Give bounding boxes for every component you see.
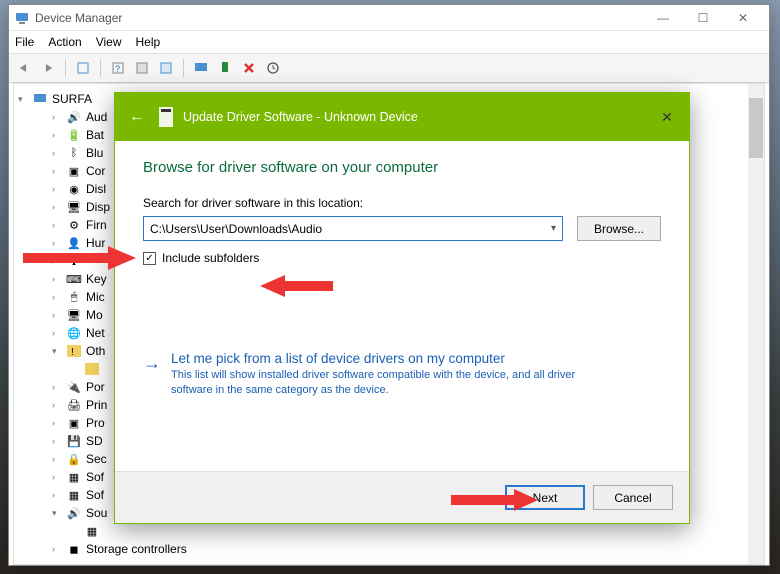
- window-controls: — ☐ ✕: [643, 6, 763, 30]
- include-subfolders-checkbox[interactable]: ✓: [143, 252, 156, 265]
- toolbar-help-icon[interactable]: ?: [107, 57, 129, 79]
- toolbar-properties-icon[interactable]: [72, 57, 94, 79]
- toolbar-uninstall-icon[interactable]: [238, 57, 260, 79]
- toolbar-list-icon[interactable]: [155, 57, 177, 79]
- device-icon: ◼: [66, 542, 82, 556]
- tree-item[interactable]: ▦: [16, 522, 762, 540]
- driver-path-value: C:\Users\User\Downloads\Audio: [150, 222, 322, 236]
- toolbar-back-icon[interactable]: [13, 57, 35, 79]
- dialog-title: Update Driver Software - Unknown Device: [183, 110, 655, 124]
- device-icon: 🔊: [66, 506, 82, 520]
- device-icon: 🔋: [66, 128, 82, 142]
- device-icon: ᛒ: [66, 146, 82, 160]
- device-icon: 🖨: [66, 398, 82, 412]
- device-icon: ▣: [66, 164, 82, 178]
- dialog-close-button[interactable]: ✕: [655, 105, 679, 129]
- path-row: C:\Users\User\Downloads\Audio ▾ Browse..…: [143, 216, 661, 241]
- maximize-button[interactable]: ☐: [683, 6, 723, 30]
- dm-menubar: File Action View Help: [9, 31, 769, 53]
- toolbar-refresh-icon[interactable]: [262, 57, 284, 79]
- cancel-button[interactable]: Cancel: [593, 485, 673, 510]
- tree-scrollbar[interactable]: [748, 84, 764, 564]
- device-icon: 👤: [66, 236, 82, 250]
- device-icon: ◉: [66, 182, 82, 196]
- device-manager-icon: [15, 11, 29, 25]
- device-icon: [84, 362, 100, 376]
- menu-view[interactable]: View: [96, 35, 122, 49]
- device-icon: 🖥: [66, 200, 82, 214]
- manual-pick-desc: This list will show installed driver sof…: [171, 368, 611, 398]
- device-icon: 🖥: [66, 308, 82, 322]
- dialog-footer: Next Cancel: [115, 471, 689, 523]
- device-icon: 🔒: [66, 452, 82, 466]
- dm-toolbar: ?: [9, 53, 769, 83]
- device-icon: 🖱: [66, 290, 82, 304]
- dm-window-title: Device Manager: [35, 11, 643, 25]
- dropdown-icon[interactable]: ▾: [551, 223, 556, 234]
- svg-text:?: ?: [115, 64, 120, 74]
- device-icon: !: [66, 344, 82, 358]
- search-location-label: Search for driver software in this locat…: [143, 196, 661, 210]
- dialog-back-button[interactable]: ←: [125, 105, 149, 129]
- arrow-right-icon: →: [143, 353, 161, 374]
- device-icon: ▣: [66, 416, 82, 430]
- toolbar-monitor-icon[interactable]: [190, 57, 212, 79]
- device-icon: 🔊: [66, 110, 82, 124]
- manual-pick-title: Let me pick from a list of device driver…: [171, 351, 611, 366]
- close-button[interactable]: ✕: [723, 6, 763, 30]
- computer-icon: [32, 92, 48, 106]
- device-icon: ▦: [66, 488, 82, 502]
- tree-root-label: SURFA: [52, 92, 92, 106]
- browse-button[interactable]: Browse...: [577, 216, 661, 241]
- device-icon: ℹ: [66, 254, 82, 268]
- manual-pick-link[interactable]: → Let me pick from a list of device driv…: [143, 351, 661, 398]
- driver-path-input[interactable]: C:\Users\User\Downloads\Audio ▾: [143, 216, 563, 241]
- toolbar-update-icon[interactable]: [214, 57, 236, 79]
- menu-action[interactable]: Action: [48, 35, 81, 49]
- device-icon: ▦: [66, 470, 82, 484]
- update-driver-dialog: ← Update Driver Software - Unknown Devic…: [114, 92, 690, 524]
- device-icon: 🌐: [66, 326, 82, 340]
- device-icon: 💾: [66, 434, 82, 448]
- device-icon: ⌨: [66, 272, 82, 286]
- dialog-body: Browse for driver software on your compu…: [115, 141, 689, 398]
- minimize-button[interactable]: —: [643, 6, 683, 30]
- next-button[interactable]: Next: [505, 485, 585, 510]
- menu-file[interactable]: File: [15, 35, 34, 49]
- device-icon: 🔌: [66, 380, 82, 394]
- tree-item[interactable]: ›◼Storage controllers: [16, 540, 762, 558]
- disk-icon: [157, 106, 175, 128]
- dm-titlebar[interactable]: Device Manager — ☐ ✕: [9, 5, 769, 31]
- device-icon: ⚙: [66, 218, 82, 232]
- toolbar-scan-icon[interactable]: [131, 57, 153, 79]
- dialog-heading: Browse for driver software on your compu…: [143, 159, 661, 176]
- include-subfolders-label: Include subfolders: [162, 251, 259, 265]
- svg-text:!: !: [71, 347, 74, 357]
- device-icon: ▦: [84, 524, 100, 538]
- toolbar-forward-icon[interactable]: [37, 57, 59, 79]
- dialog-header: ← Update Driver Software - Unknown Devic…: [115, 93, 689, 141]
- include-subfolders-row[interactable]: ✓ Include subfolders: [143, 251, 661, 265]
- menu-help[interactable]: Help: [136, 35, 161, 49]
